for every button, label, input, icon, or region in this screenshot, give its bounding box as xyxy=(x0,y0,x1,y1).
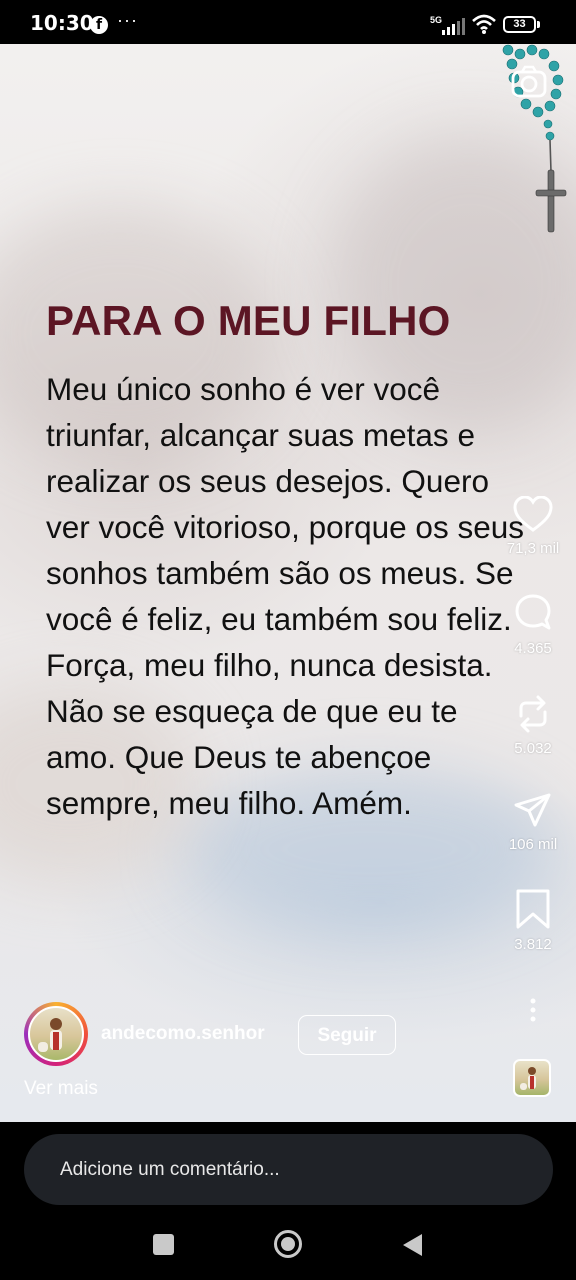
audio-thumbnail[interactable] xyxy=(513,1059,551,1097)
save-count: 3.812 xyxy=(514,936,552,953)
comment-bar: Adicione um comentário... xyxy=(0,1122,576,1210)
reel-video[interactable]: PARA O MEU FILHO Meu único sonho é ver v… xyxy=(0,44,576,1122)
post-title: PARA O MEU FILHO xyxy=(46,297,451,344)
avatar-story-ring[interactable] xyxy=(24,1002,88,1066)
like-count: 71,3 mil xyxy=(506,540,560,557)
comment-icon xyxy=(515,594,551,630)
like-button[interactable]: 71,3 mil xyxy=(503,496,563,557)
send-icon xyxy=(514,793,551,827)
avatar-image xyxy=(38,1018,62,1052)
post-body: Meu único sonho é ver você triunfar, alc… xyxy=(46,371,524,821)
facebook-icon: f xyxy=(90,16,108,34)
more-vertical-icon xyxy=(530,998,536,1022)
follow-button[interactable]: Seguir xyxy=(298,1015,396,1055)
comment-input[interactable]: Adicione um comentário... xyxy=(24,1134,553,1205)
repost-count: 5.032 xyxy=(514,740,552,757)
share-count: 106 mil xyxy=(508,836,558,853)
battery-tip xyxy=(537,21,540,28)
repost-icon xyxy=(519,695,547,733)
signal-icon xyxy=(442,18,465,35)
see-more-link[interactable]: Ver mais xyxy=(24,1078,98,1100)
camera-icon[interactable] xyxy=(510,64,548,102)
share-button[interactable]: 106 mil xyxy=(503,792,563,853)
home-button[interactable] xyxy=(273,1229,303,1259)
bookmark-icon xyxy=(516,889,550,929)
status-time: 10:30 xyxy=(30,11,94,35)
status-dots: ··· xyxy=(117,10,138,30)
comment-count: 4.365 xyxy=(514,640,552,657)
back-button[interactable] xyxy=(400,1232,424,1258)
status-bar: 10:30 f ··· 5G 33 xyxy=(0,0,576,44)
comment-button[interactable]: 4.365 xyxy=(503,594,563,657)
heart-icon xyxy=(513,496,553,532)
author-username[interactable]: andecomo.senhor xyxy=(101,1023,265,1045)
audio-thumbnail-image xyxy=(520,1067,536,1090)
wifi-icon xyxy=(472,14,496,34)
more-options-button[interactable] xyxy=(503,998,563,1022)
system-nav-bar xyxy=(0,1210,576,1280)
avatar[interactable] xyxy=(28,1006,84,1062)
recent-apps-button[interactable] xyxy=(153,1234,174,1255)
save-button[interactable]: 3.812 xyxy=(503,888,563,953)
repost-button[interactable]: 5.032 xyxy=(503,694,563,757)
battery-indicator: 33 xyxy=(503,16,536,33)
